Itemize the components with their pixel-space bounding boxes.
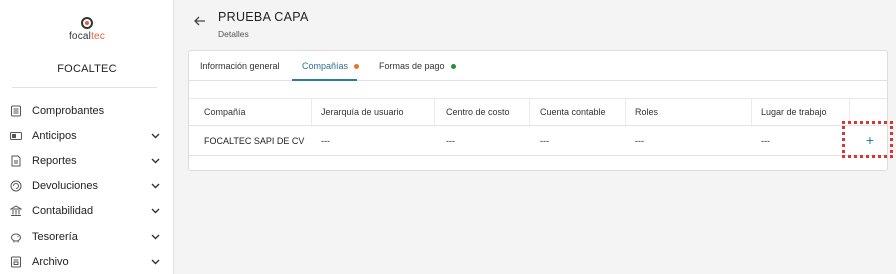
column-header-compania[interactable]: Compañía (204, 99, 246, 125)
sidebar-item-devoluciones[interactable]: Devoluciones (0, 174, 174, 199)
piggy-bank-icon (9, 230, 22, 243)
cell-jerarquia: --- (321, 135, 330, 146)
chevron-down-icon[interactable] (150, 232, 160, 242)
tab-companias[interactable]: Compañías (302, 51, 360, 81)
sidebar-item-archivo[interactable]: Archivo (0, 249, 174, 274)
page-subtitle: Detalles (218, 29, 249, 39)
logo-mark-icon (81, 17, 93, 29)
column-header-jerarquia[interactable]: Jerarquía de usuario (321, 99, 404, 125)
tab-formas-de-pago[interactable]: Formas de pago (379, 51, 456, 81)
column-divider (434, 99, 435, 127)
page-title: PRUEBA CAPA (218, 10, 309, 24)
column-divider (625, 99, 626, 127)
sidebar-divider (12, 87, 157, 88)
column-divider (529, 99, 530, 127)
active-tab-indicator (292, 79, 357, 81)
column-header-lugar-trabajo[interactable]: Lugar de trabajo (761, 99, 827, 125)
logo-text: focaltec (68, 31, 106, 42)
table-row: FOCALTEC SAPI DE CV --- --- --- --- --- … (189, 126, 887, 156)
cell-compania: FOCALTEC SAPI DE CV (204, 135, 305, 146)
table-header: Compañía Jerarquía de usuario Centro de … (189, 98, 887, 127)
back-arrow-icon[interactable] (193, 14, 209, 30)
cell-cuenta-contable: --- (540, 135, 549, 146)
sidebar-item-label: Anticipos (32, 129, 77, 142)
cell-lugar-trabajo: --- (761, 135, 770, 146)
cash-icon (9, 129, 22, 142)
sidebar-item-comprobantes[interactable]: Comprobantes (0, 98, 174, 123)
sidebar-item-label: Contabilidad (32, 205, 94, 218)
chevron-down-icon[interactable] (150, 131, 160, 141)
refund-icon (9, 180, 22, 193)
tab-label: Formas de pago (379, 61, 445, 71)
cell-roles: --- (635, 135, 644, 146)
chevron-down-icon[interactable] (150, 181, 160, 191)
cell-centro-costo: --- (446, 135, 455, 146)
column-header-centro-costo[interactable]: Centro de costo (446, 99, 510, 125)
sidebar: focaltec FOCALTEC Comprobantes Anticipos… (0, 0, 174, 274)
sidebar-item-label: Comprobantes (32, 104, 105, 117)
archive-icon (9, 255, 22, 268)
sidebar-item-label: Tesorería (32, 230, 78, 243)
column-divider (311, 99, 312, 127)
sidebar-item-anticipos[interactable]: Anticipos (0, 123, 174, 148)
sidebar-item-contabilidad[interactable]: Contabilidad (0, 199, 174, 224)
column-header-cuenta-contable[interactable]: Cuenta contable (540, 99, 606, 125)
document-list-icon (9, 104, 22, 117)
sidebar-item-label: Archivo (32, 255, 69, 268)
sidebar-item-tesoreria[interactable]: Tesorería (0, 224, 174, 249)
focaltec-logo: focaltec (0, 17, 174, 42)
tab-informacion-general[interactable]: Información general (200, 51, 280, 81)
sidebar-item-label: Devoluciones (32, 180, 99, 193)
tab-bar: Información general Compañías Formas de … (189, 51, 887, 81)
company-name: FOCALTEC (57, 63, 117, 75)
bank-icon (9, 205, 22, 218)
tab-label: Información general (200, 61, 280, 71)
column-header-roles[interactable]: Roles (635, 99, 658, 125)
highlight-marker (842, 121, 893, 158)
sidebar-nav: Comprobantes Anticipos Reportes Devoluci… (0, 98, 174, 274)
status-dot (354, 63, 360, 69)
tab-label: Compañías (302, 61, 349, 71)
chevron-down-icon[interactable] (150, 206, 160, 216)
chevron-down-icon[interactable] (150, 156, 160, 166)
sidebar-item-label: Reportes (32, 154, 77, 167)
report-icon (9, 154, 22, 167)
status-dot (450, 63, 456, 69)
chevron-down-icon[interactable] (150, 257, 160, 267)
details-card: Información general Compañías Formas de … (188, 50, 888, 171)
sidebar-item-reportes[interactable]: Reportes (0, 148, 174, 173)
column-divider (751, 99, 752, 127)
